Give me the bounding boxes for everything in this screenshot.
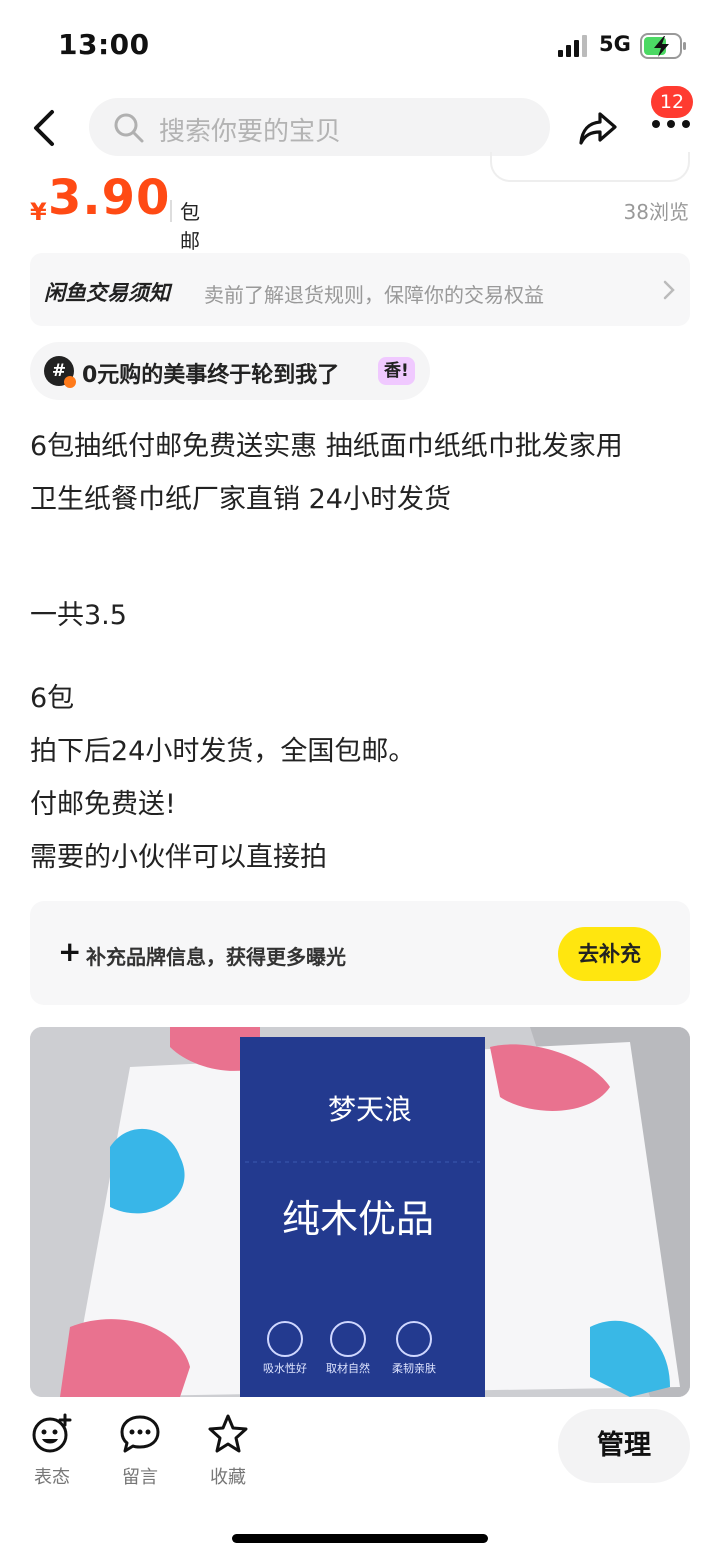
react-label: 表态 <box>34 1467 70 1488</box>
search-bar[interactable]: 搜索你要的宝贝 <box>89 98 550 156</box>
topic-label: 0元购的美事终于轮到我了 <box>82 363 340 388</box>
comment-button[interactable]: 留言 <box>110 1413 170 1489</box>
favorite-label: 收藏 <box>210 1467 246 1488</box>
description-line: 需要的小伙伴可以直接拍 <box>30 842 327 873</box>
collapsed-header-edge <box>490 152 690 182</box>
signal-icon <box>558 35 587 57</box>
supplement-button[interactable]: 去补充 <box>558 927 661 981</box>
plus-icon: + <box>58 935 82 968</box>
topic-chip[interactable]: # 0元购的美事终于轮到我了 香! <box>30 342 430 400</box>
price-amount: 3.90 <box>48 170 171 226</box>
feature-label: 取材自然 <box>326 1361 370 1375</box>
topic-tag: 香! <box>378 357 415 385</box>
currency-symbol: ¥ <box>30 198 47 226</box>
status-bar: 13:00 5G <box>0 0 720 90</box>
chat-bubble-icon <box>120 1415 160 1453</box>
chevron-right-icon <box>663 280 675 300</box>
description-line: 6包 <box>30 683 75 714</box>
tissue-pack-illustration: 梦天浪 纯木优品 吸水性好 取材自然 柔韧亲肤 <box>30 1027 690 1397</box>
notification-badge: 12 <box>651 86 693 118</box>
description-line: 拍下后24小时发货，全国包邮。 <box>30 736 416 767</box>
search-placeholder: 搜索你要的宝贝 <box>159 117 342 147</box>
feature-label: 柔韧亲肤 <box>392 1361 436 1375</box>
star-icon <box>208 1414 248 1453</box>
brand-supplement-text: 补充品牌信息，获得更多曝光 <box>86 945 346 969</box>
view-count: 38浏览 <box>623 200 689 224</box>
trade-notice-text: 卖前了解退货规则，保障你的交易权益 <box>204 283 544 307</box>
status-time: 13:00 <box>58 28 150 61</box>
more-options-icon[interactable] <box>652 120 692 134</box>
description-total: 一共3.5 <box>30 600 127 631</box>
search-icon <box>114 113 144 143</box>
brand-mark-text: 梦天浪 <box>328 1093 412 1126</box>
shipping-label: 包邮 <box>180 200 200 253</box>
emoji-plus-icon <box>32 1413 72 1453</box>
manage-button[interactable]: 管理 <box>558 1409 690 1483</box>
favorite-button[interactable]: 收藏 <box>198 1413 258 1489</box>
feature-label: 吸水性好 <box>263 1361 307 1375</box>
battery-charging-icon <box>640 33 686 59</box>
trade-notice-banner[interactable]: 闲鱼交易须知 卖前了解退货规则，保障你的交易权益 <box>30 253 690 326</box>
comment-label: 留言 <box>122 1467 158 1488</box>
share-icon[interactable] <box>578 108 618 148</box>
brand-supplement-card: + 补充品牌信息，获得更多曝光 去补充 <box>30 901 690 1005</box>
product-image[interactable]: 梦天浪 纯木优品 吸水性好 取材自然 柔韧亲肤 <box>30 1027 690 1397</box>
package-slogan: 纯木优品 <box>282 1197 434 1241</box>
description-title-line: 6包抽纸付邮免费送实惠 抽纸面巾纸纸巾批发家用 <box>30 431 623 462</box>
item-description: 6包抽纸付邮免费送实惠 抽纸面巾纸纸巾批发家用 卫生纸餐巾纸厂家直销 24小时发… <box>30 420 690 884</box>
description-line: 付邮免费送! <box>30 789 176 820</box>
item-detail-page: 13:00 5G 搜索你要的宝贝 12 ¥ 3.90 包邮 38浏览 闲鱼交易须… <box>0 0 720 1559</box>
bottom-action-bar: 表态 留言 收藏 管理 <box>0 1397 720 1559</box>
description-title-line: 卫生纸餐巾纸厂家直销 24小时发货 <box>30 484 451 515</box>
back-arrow-icon[interactable] <box>28 106 62 150</box>
price-divider <box>170 200 172 222</box>
topic-hash-icon: # <box>44 356 76 388</box>
network-label: 5G <box>599 32 631 56</box>
trade-notice-title: 闲鱼交易须知 <box>44 281 170 305</box>
home-indicator[interactable] <box>232 1534 488 1543</box>
react-button[interactable]: 表态 <box>22 1413 82 1489</box>
